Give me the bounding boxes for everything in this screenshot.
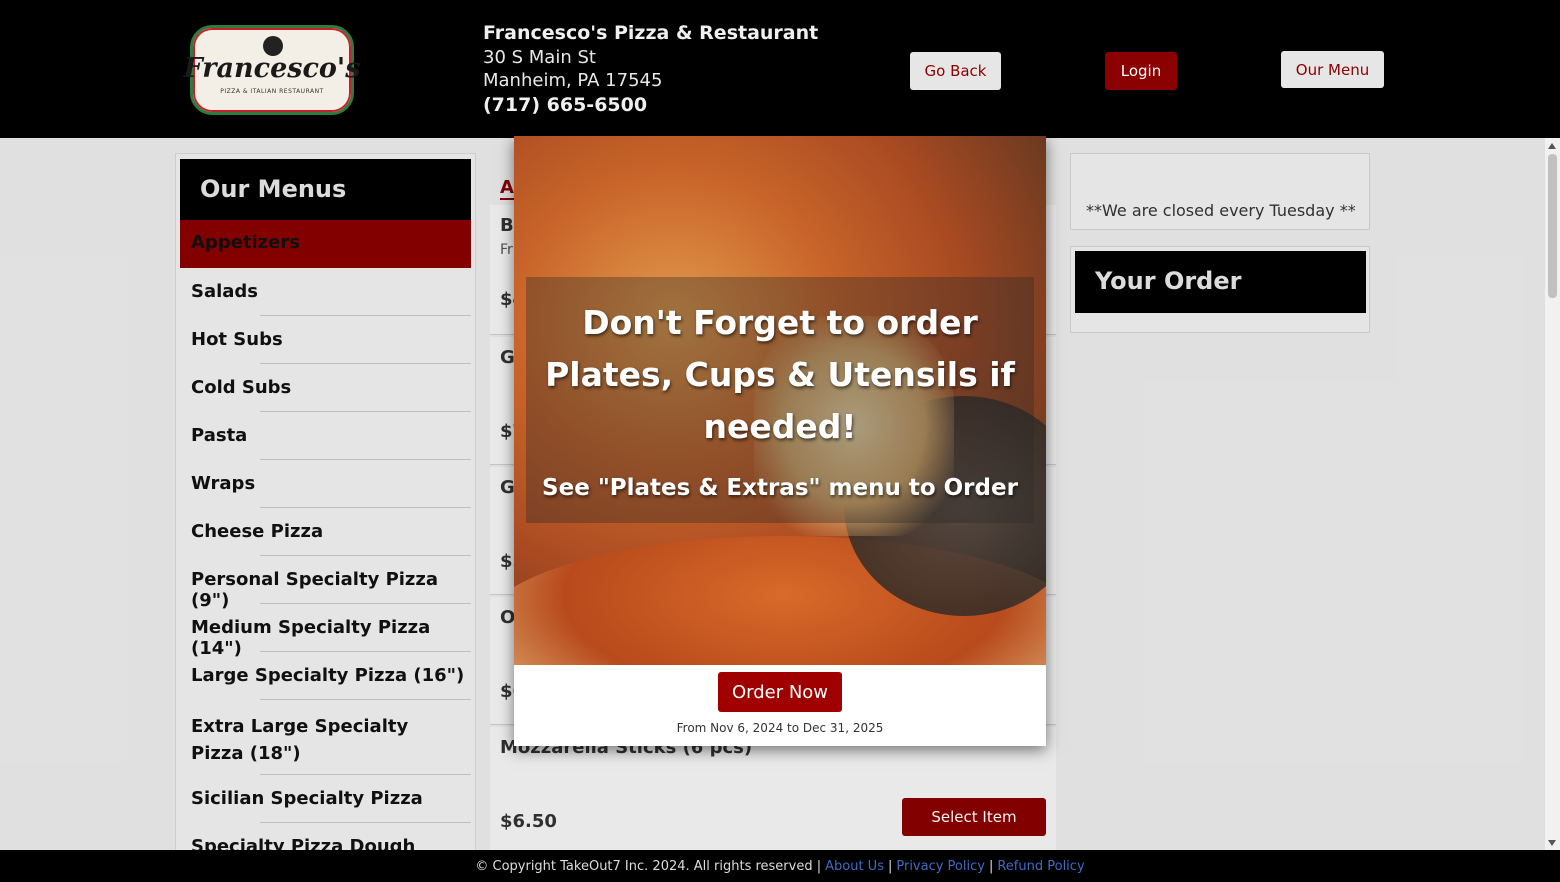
privacy-policy-link[interactable]: Privacy Policy [896,859,985,874]
promo-dates: From Nov 6, 2024 to Dec 31, 2025 [676,721,884,735]
footer-separator: | [988,858,994,874]
page-scrollbar[interactable] [1545,138,1560,850]
promo-modal: Don't Forget to order Plates, Cups & Ute… [514,136,1046,746]
pizza-image: Don't Forget to order Plates, Cups & Ute… [514,136,1046,665]
promo-text-box: Don't Forget to order Plates, Cups & Ute… [526,277,1034,523]
scroll-up-icon[interactable] [1548,143,1556,149]
about-us-link[interactable]: About Us [825,859,884,874]
logo-subtext: PIZZA & ITALIAN RESTAURANT [220,88,324,95]
footer-separator: | [887,858,893,874]
refund-policy-link[interactable]: Refund Policy [997,859,1084,874]
scroll-down-icon[interactable] [1548,840,1556,846]
site-footer: © Copyright TakeOut7 Inc. 2024. All righ… [0,850,1560,882]
promo-headline: Don't Forget to order Plates, Cups & Ute… [545,303,1015,446]
phone-number[interactable]: (717) 665-6500 [483,92,818,118]
scroll-thumb[interactable] [1548,154,1557,298]
restaurant-logo[interactable]: Francesco's PIZZA & ITALIAN RESTAURANT [184,25,360,115]
go-back-button[interactable]: Go Back [910,52,1001,90]
logo-emblem-icon [263,36,283,56]
copyright-text: © Copyright TakeOut7 Inc. 2024. All righ… [475,858,822,874]
order-now-button[interactable]: Order Now [718,672,842,712]
site-header: Francesco's PIZZA & ITALIAN RESTAURANT F… [0,0,1560,138]
restaurant-name: Francesco's Pizza & Restaurant [483,22,819,44]
address-line1: 30 S Main St [483,47,596,68]
address-line2: Manheim, PA 17545 [483,70,663,91]
business-info: Francesco's Pizza & Restaurant 30 S Main… [483,20,818,118]
logo-text: Francesco's [183,53,361,84]
our-menu-button[interactable]: Our Menu [1281,51,1384,88]
login-button[interactable]: Login [1105,52,1177,90]
promo-subline: See "Plates & Extras" menu to Order [542,475,1018,501]
